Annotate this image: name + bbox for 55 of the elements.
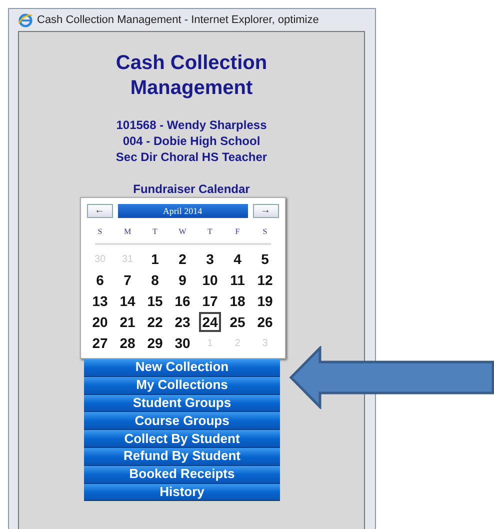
calendar-day[interactable]: 14: [114, 291, 141, 312]
menu-item[interactable]: History: [84, 484, 280, 502]
calendar-day[interactable]: 12: [252, 270, 278, 291]
calendar-day[interactable]: 11: [224, 270, 251, 291]
calendar-day[interactable]: 27: [86, 333, 114, 354]
weekday-label: S: [262, 226, 268, 238]
user-info-line: 101568 - Wendy Sharpless: [116, 117, 267, 133]
calendar-day[interactable]: 28: [114, 333, 141, 354]
menu-item[interactable]: Course Groups: [84, 412, 280, 430]
calendar-day[interactable]: 19: [252, 291, 278, 312]
weekday-label: W: [178, 226, 188, 238]
weekday-label: T: [152, 226, 158, 238]
calendar-day[interactable]: 1: [142, 249, 168, 270]
calendar-day[interactable]: 10: [196, 270, 224, 291]
calendar-day[interactable]: 5: [252, 249, 278, 270]
browser-icon: [18, 12, 33, 28]
calendar-day[interactable]: 30: [169, 333, 196, 354]
calendar-day[interactable]: 9: [169, 270, 196, 291]
prev-month-button[interactable]: ←: [86, 204, 112, 218]
calendar-day[interactable]: 3: [196, 249, 224, 270]
menu-item[interactable]: New Collection: [84, 359, 280, 377]
menu-item[interactable]: Student Groups: [84, 394, 280, 412]
calendar-day[interactable]: 21: [114, 312, 141, 333]
calendar-day[interactable]: 16: [169, 291, 196, 312]
weekday-label: F: [234, 226, 241, 238]
calendar-day[interactable]: 17: [196, 291, 224, 312]
calendar-day[interactable]: 18: [224, 291, 251, 312]
month-label: April 2014: [118, 204, 248, 218]
weekday-label: S: [96, 226, 104, 238]
calendar-day[interactable]: 7: [114, 270, 141, 291]
weekday-label: M: [122, 226, 132, 238]
menu-item[interactable]: Booked Receipts: [84, 466, 280, 484]
calendar-day[interactable]: 22: [142, 312, 168, 333]
app-title: Cash Collection Management: [114, 51, 268, 101]
calendar-heading: Fundraiser Calendar: [133, 182, 250, 196]
calendar-day[interactable]: 23: [169, 312, 196, 333]
calendar-day[interactable]: 8: [142, 270, 168, 291]
weekday-label: T: [206, 226, 214, 238]
user-info-line: Sec Dir Choral HS Teacher: [116, 149, 268, 165]
menu-item[interactable]: Collect By Student: [84, 430, 280, 448]
calendar-day[interactable]: 25: [224, 312, 251, 333]
user-info-line: 004 - Dobie High School: [122, 133, 260, 149]
calendar-day[interactable]: 15: [142, 291, 168, 312]
calendar-day[interactable]: 24: [196, 312, 224, 333]
next-month-button[interactable]: →: [252, 204, 278, 218]
calendar-day[interactable]: 29: [142, 333, 168, 354]
menu-item[interactable]: My Collections: [84, 376, 280, 395]
calendar-day[interactable]: 26: [252, 312, 278, 333]
menu-item[interactable]: Refund By Student: [84, 448, 280, 466]
calendar-day[interactable]: 13: [86, 291, 114, 312]
calendar-day[interactable]: 6: [86, 270, 114, 291]
calendar-day[interactable]: 2: [169, 249, 196, 270]
calendar-day[interactable]: 20: [86, 312, 114, 333]
window-title: Cash Collection Management - Internet Explorer, optimize: [37, 12, 319, 28]
calendar-day[interactable]: 4: [224, 249, 251, 270]
